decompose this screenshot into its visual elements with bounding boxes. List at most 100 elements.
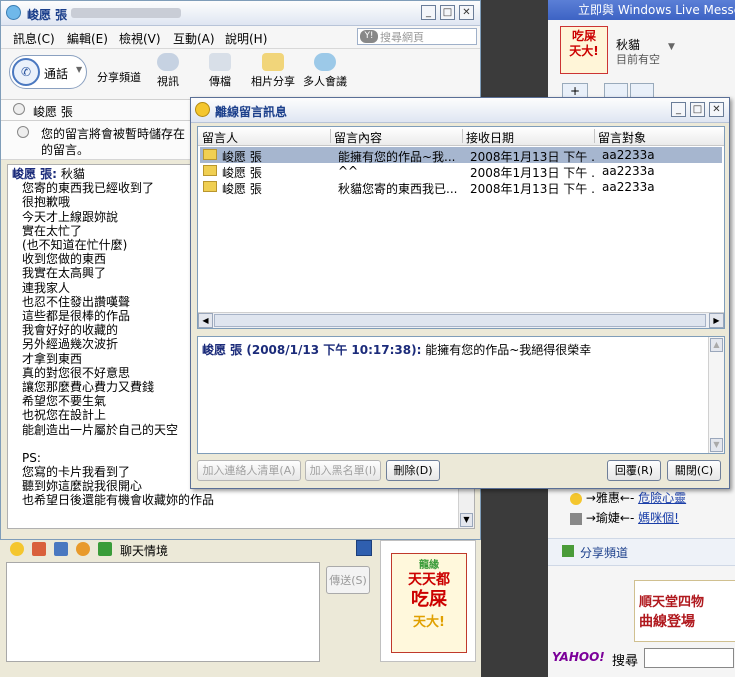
contact-name[interactable]: 峻愿 張 [33, 103, 73, 120]
scroll-right-arrow-icon[interactable]: ▶ [709, 313, 724, 328]
ad-banner[interactable]: 順天堂四物 曲線登場 [634, 580, 735, 642]
cell-content: 秋貓您寄的東西我已... [338, 182, 458, 196]
table-row[interactable]: 峻愿 張能擁有您的作品~我... 2008年1月13日 下午 ... aa2233a [200, 147, 722, 164]
title-email-blurred [71, 8, 181, 18]
dialog-maximize-button[interactable]: □ [690, 102, 705, 117]
status-chevron-icon[interactable]: ▼ [668, 42, 675, 52]
background-header-text: 立即與 Windows Live Messenger [578, 3, 735, 17]
tool-conference-label: 多人會議 [303, 75, 347, 88]
scroll-left-arrow-icon[interactable]: ◀ [198, 313, 213, 328]
ad-text-1: 順天堂四物 [639, 595, 705, 610]
minimize-button[interactable]: _ [421, 5, 436, 20]
column-date[interactable]: 接收日期 [466, 129, 514, 146]
chat-first-text: 秋貓 [60, 167, 85, 181]
font-icon[interactable] [54, 542, 68, 556]
table-row[interactable]: 峻愿 張 ^^ 2008年1月13日 下午 ... aa2233a [200, 163, 722, 180]
send-button[interactable]: 傳送(S) [326, 566, 370, 594]
profile-status[interactable]: 目前有空 [616, 51, 660, 67]
yahoo-search-input[interactable] [644, 648, 734, 668]
list-hscrollbar[interactable]: ◀ ▶ [198, 312, 724, 328]
maximize-button[interactable]: □ [440, 5, 455, 20]
toolbar: ✆ 通話 ▼ 分享頻道 視訊 傳檔 相片分享 多人會議 [1, 49, 480, 100]
table-row[interactable]: 峻愿 張 秋貓您寄的東西我已... 2008年1月13日 下午 ... aa2233a [200, 179, 722, 196]
add-to-blocklist-button[interactable]: 加入黑名單(I) [305, 460, 381, 481]
web-search-placeholder: 搜尋網頁 [380, 31, 424, 44]
promo-item-2: →瑜婕←- 媽咪個! [570, 508, 730, 528]
menu-edit[interactable]: 編輯(E) [67, 30, 108, 47]
display-picture-logo: 龍緣 天天都 吃屎 天大! [391, 553, 467, 653]
detail-scroll-down-icon[interactable]: ▼ [710, 438, 723, 452]
promo-arrow-2: →瑜婕←- [585, 511, 635, 525]
tool-send-file-label: 傳檔 [209, 75, 231, 88]
info-text-2: 的留言。 [41, 143, 90, 157]
detail-scrollbar[interactable]: ▲ ▼ [708, 337, 724, 453]
tool-share-channel[interactable]: 分享頻道 [97, 69, 141, 85]
logo-line-2: 天大! [569, 44, 599, 58]
add-to-contacts-button[interactable]: 加入連絡人清單(A) [197, 460, 301, 481]
offline-status-icon [13, 103, 25, 115]
promo-list: →雅惠←- 危險心靈 →瑜婕←- 媽咪個! [570, 488, 730, 528]
offline-messages-dialog: 離線留言訊息 _ □ ✕ 留言人 留言內容 接收日期 留言對象 峻愿 張能擁有您… [190, 97, 730, 489]
tool-video[interactable]: 視訊 [157, 53, 179, 89]
cell-date: 2008年1月13日 下午 ... [470, 182, 596, 196]
call-button[interactable]: ✆ 通話 ▼ [9, 55, 87, 89]
conversation-titlebar[interactable]: 峻愿 張 _ □ ✕ [1, 1, 480, 26]
dialog-minimize-button[interactable]: _ [671, 102, 686, 117]
cell-target: aa2233a [602, 180, 655, 194]
share-channel-bar[interactable]: 分享頻道 [548, 538, 735, 566]
menu-message[interactable]: 訊息(C) [13, 30, 55, 47]
hscroll-thumb[interactable] [214, 314, 706, 327]
logo-line-a: 天天都 [408, 572, 450, 588]
display-picture[interactable]: 龍緣 天天都 吃屎 天大! [380, 540, 476, 662]
dialog-close-icon[interactable]: ✕ [709, 102, 724, 117]
tool-send-file[interactable]: 傳檔 [209, 53, 231, 89]
menu-actions[interactable]: 互動(A) [173, 30, 215, 47]
call-label: 通話 [44, 67, 69, 81]
conference-icon [314, 53, 336, 71]
promo-link-1[interactable]: 危險心靈 [638, 491, 686, 505]
background-picker-icon[interactable] [98, 542, 112, 556]
share-channel-icon [562, 545, 574, 557]
logo-line-1: 吃屎 [571, 29, 596, 43]
tool-photo-share-label: 相片分享 [251, 75, 295, 88]
yahoo-search-icon: Y! [360, 30, 378, 43]
ad-text-2: 曲線登場 [639, 614, 695, 630]
info-icon [17, 126, 29, 138]
message-list[interactable]: 留言人 留言內容 接收日期 留言對象 峻愿 張能擁有您的作品~我... 2008年… [197, 126, 725, 329]
delete-button[interactable]: 刪除(D) [386, 460, 440, 481]
column-sender[interactable]: 留言人 [202, 129, 238, 146]
display-picture-toggle-icon[interactable] [356, 540, 372, 556]
message-detail[interactable]: 峻愿 張 (2008/1/13 下午 10:17:38): 能擁有您的作品~我絕… [197, 336, 725, 454]
close-dialog-button[interactable]: 關閉(C) [667, 460, 721, 481]
profile-picture[interactable]: 吃屎 天大! [560, 26, 608, 74]
promo-item-1: →雅惠←- 危險心靈 [570, 488, 730, 508]
cell-content: ^^ [338, 164, 359, 178]
call-dropdown-icon[interactable]: ▼ [76, 65, 82, 74]
reply-button[interactable]: 回覆(R) [607, 460, 661, 481]
wink-picker-icon[interactable] [32, 542, 46, 556]
chat-sender: 峻愿 張: [12, 167, 57, 181]
dialog-title: 離線留言訊息 [215, 105, 288, 119]
background-header[interactable]: 立即與 Windows Live Messenger [548, 0, 735, 20]
menu-view[interactable]: 檢視(V) [119, 30, 161, 47]
share-channel-label: 分享頻道 [580, 546, 629, 560]
promo-link-2[interactable]: 媽咪個! [638, 511, 679, 525]
phone-icon: ✆ [12, 58, 40, 86]
message-input[interactable] [6, 562, 320, 662]
tool-photo-share[interactable]: 相片分享 [251, 53, 295, 89]
column-content[interactable]: 留言內容 [334, 129, 382, 146]
emoticon-picker-icon[interactable] [10, 542, 24, 556]
web-search-input[interactable]: Y! 搜尋網頁 [357, 28, 477, 45]
nudge-icon[interactable] [76, 542, 90, 556]
column-target[interactable]: 留言對象 [598, 129, 646, 146]
logo-top-label: 龍緣 [419, 560, 439, 571]
tool-conference[interactable]: 多人會議 [303, 53, 347, 89]
folder-icon [203, 149, 217, 160]
close-button[interactable]: ✕ [459, 5, 474, 20]
cell-target: aa2233a [602, 164, 655, 178]
dialog-titlebar[interactable]: 離線留言訊息 _ □ ✕ [191, 98, 729, 123]
mood-label[interactable]: 聊天情境 [120, 542, 168, 559]
detail-scroll-up-icon[interactable]: ▲ [710, 338, 723, 352]
scroll-down-arrow-icon[interactable]: ▼ [460, 513, 473, 527]
menu-help[interactable]: 說明(H) [225, 30, 267, 47]
